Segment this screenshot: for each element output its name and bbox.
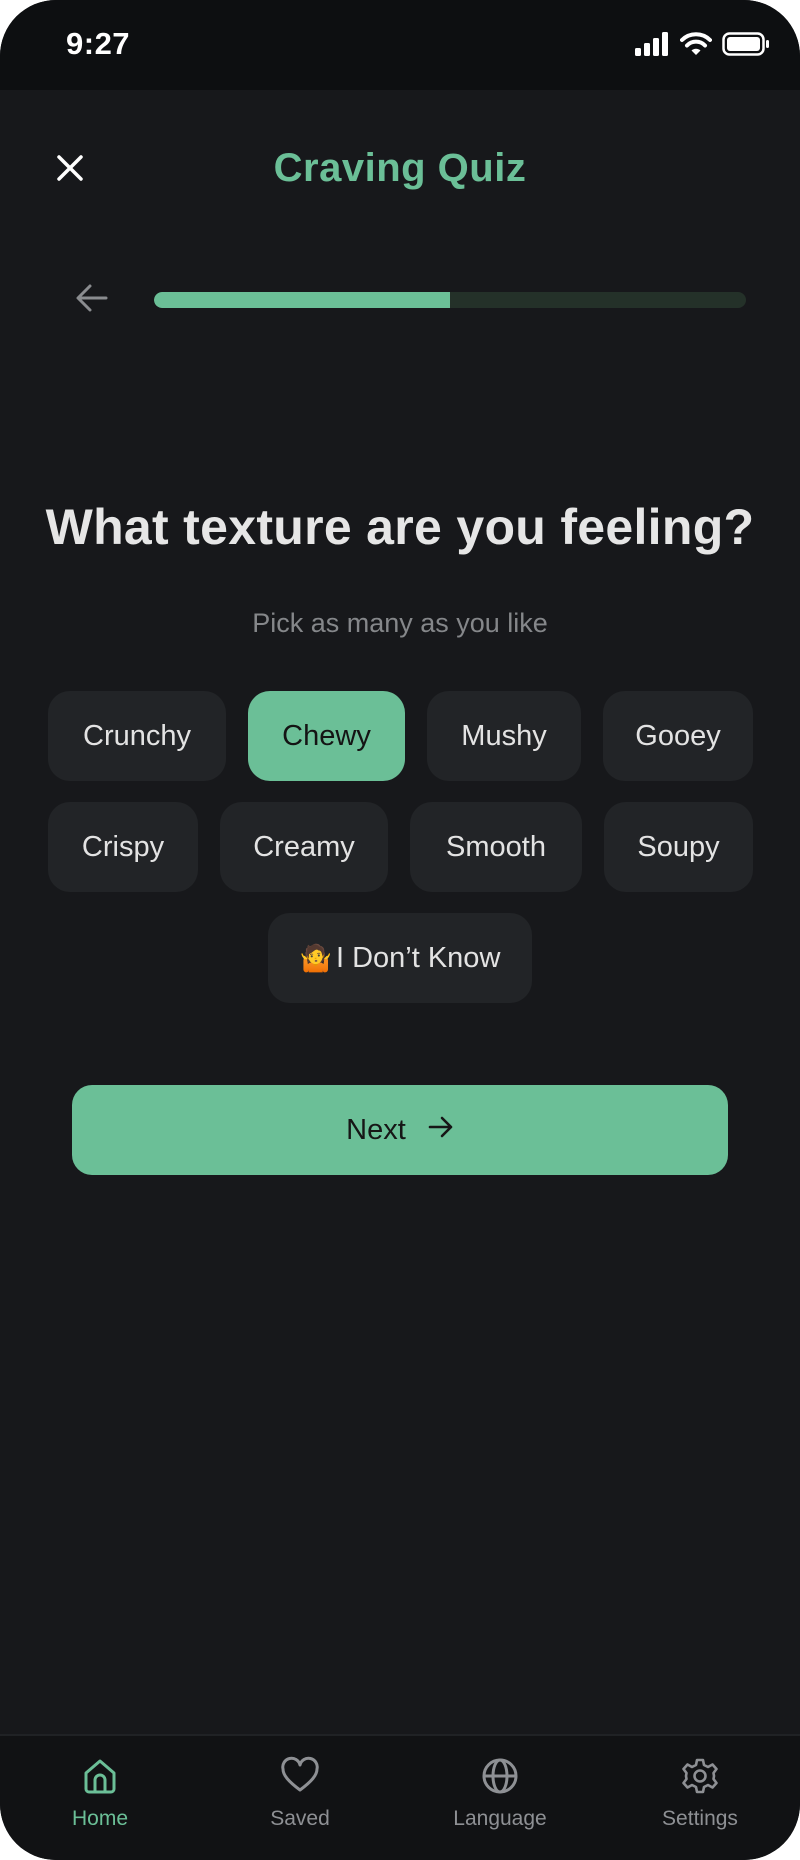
- bottom-nav: Home Saved Language Settings: [0, 1734, 800, 1860]
- header: Craving Quiz: [0, 90, 800, 250]
- wifi-icon: [680, 32, 712, 56]
- next-button[interactable]: Next: [72, 1085, 728, 1175]
- globe-icon: [480, 1756, 520, 1801]
- option-chip-chewy[interactable]: Chewy: [248, 691, 405, 781]
- option-label: Mushy: [461, 719, 547, 752]
- gear-icon: [680, 1756, 720, 1801]
- option-chip-crunchy[interactable]: Crunchy: [48, 691, 226, 781]
- status-bar: 9:27: [0, 0, 800, 90]
- progress-bar: [154, 292, 746, 308]
- nav-item-language[interactable]: Language: [420, 1756, 580, 1831]
- next-button-label: Next: [346, 1113, 406, 1146]
- nav-label: Language: [453, 1807, 547, 1830]
- option-label: Gooey: [635, 719, 721, 752]
- nav-label: Home: [71, 1807, 129, 1830]
- option-chip-mushy[interactable]: Mushy: [427, 691, 581, 781]
- option-label: Soupy: [637, 830, 720, 863]
- nav-label: Saved: [270, 1807, 330, 1830]
- option-chip-i-dont-know[interactable]: 🤷 I Don’t Know: [268, 913, 532, 1003]
- option-label: Crunchy: [83, 719, 191, 752]
- back-button[interactable]: [72, 282, 112, 318]
- option-label: Chewy: [282, 719, 371, 752]
- shrug-emoji-icon: 🤷: [299, 942, 332, 973]
- arrow-right-icon: [428, 1114, 454, 1147]
- option-chip-creamy[interactable]: Creamy: [220, 802, 388, 892]
- nav-item-settings[interactable]: Settings: [620, 1756, 780, 1831]
- option-chip-crispy[interactable]: Crispy: [48, 802, 198, 892]
- question-title: What texture are you feeling?: [45, 499, 755, 555]
- nav-item-home[interactable]: Home: [20, 1756, 180, 1831]
- option-chip-gooey[interactable]: Gooey: [603, 691, 753, 781]
- option-label: Smooth: [446, 830, 546, 863]
- option-label: Creamy: [253, 830, 355, 863]
- page-title: Craving Quiz: [273, 146, 527, 190]
- nav-item-saved[interactable]: Saved: [220, 1756, 380, 1831]
- phone-screen: 9:27 Craving Quiz What texture are you f…: [0, 0, 800, 1860]
- question-subtitle: Pick as many as you like: [252, 608, 548, 638]
- battery-icon: [722, 32, 770, 56]
- status-time: 9:27: [66, 26, 131, 61]
- home-icon: [80, 1756, 120, 1801]
- status-icons: [634, 32, 770, 56]
- signal-icon: [634, 32, 670, 56]
- progress-fill: [154, 292, 450, 308]
- nav-label: Settings: [662, 1807, 738, 1830]
- arrow-left-icon: [75, 283, 109, 318]
- option-label: I Don’t Know: [335, 941, 501, 974]
- option-chip-smooth[interactable]: Smooth: [410, 802, 582, 892]
- option-chip-soupy[interactable]: Soupy: [604, 802, 753, 892]
- option-label: Crispy: [81, 830, 165, 863]
- heart-icon: [280, 1756, 320, 1801]
